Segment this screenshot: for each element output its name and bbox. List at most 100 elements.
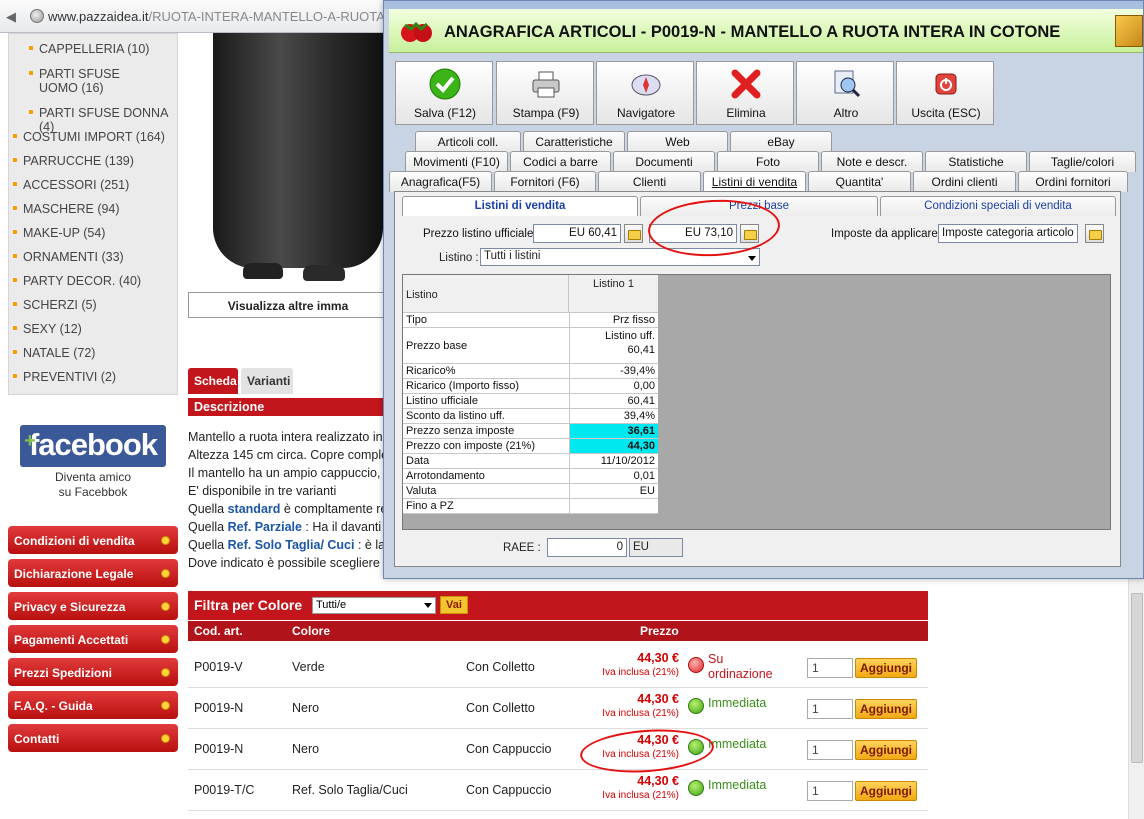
raee-field[interactable]: 0	[547, 538, 627, 557]
sidebar-link-button[interactable]: Contatti	[8, 724, 178, 752]
sidebar-category[interactable]: COSTUMI IMPORT (164)	[9, 130, 179, 144]
grid-row[interactable]: Prezzo base Listino uff. 60,41	[403, 328, 658, 364]
exit-button[interactable]: Uscita (ESC)	[896, 61, 994, 125]
price-list-field[interactable]: EU 60,41	[533, 224, 621, 243]
app-tab[interactable]: Ordini fornitori	[1018, 171, 1128, 192]
save-button[interactable]: Salva (F12)	[395, 61, 493, 125]
scrollbar-thumb[interactable]	[1131, 593, 1143, 763]
listino-select[interactable]: Tutti i listini	[480, 248, 760, 266]
subtab-prezzi-base[interactable]: Prezzi base	[640, 196, 878, 216]
sidebar-category[interactable]: CAPPELLERIA (10)	[9, 42, 179, 56]
print-button[interactable]: Stampa (F9)	[496, 61, 594, 125]
listini-grid[interactable]: Listino Listino 1 Tipo Prz fisso Prezzo ba…	[403, 275, 658, 514]
app-tab[interactable]: Web	[627, 131, 728, 152]
filter-go-button[interactable]: Vai	[440, 596, 468, 614]
dot-icon	[161, 701, 170, 710]
folder-icon[interactable]	[740, 224, 759, 243]
delete-button[interactable]: Elimina	[696, 61, 794, 125]
tab-scheda[interactable]: Scheda	[188, 368, 238, 394]
grid-row[interactable]: Arrotondamento 0,01	[403, 469, 658, 484]
sidebar-category[interactable]: SEXY (12)	[9, 322, 179, 336]
app-tab[interactable]: Anagrafica(F5)	[389, 171, 492, 192]
grid-value-2: 60,41	[627, 344, 655, 356]
more-button[interactable]: Altro	[796, 61, 894, 125]
sidebar-link-button[interactable]: Dichiarazione Legale	[8, 559, 178, 587]
sidebar-link-button[interactable]: Pagamenti Accettati	[8, 625, 178, 653]
app-tab[interactable]: eBay	[730, 131, 832, 152]
facebook-logo[interactable]: + facebook	[20, 425, 166, 467]
add-to-cart-button[interactable]: Aggiungi	[855, 658, 917, 678]
sidebar-category[interactable]: ACCESSORI (251)	[9, 178, 179, 192]
subtab-listini-vendita[interactable]: Listini di vendita	[402, 196, 638, 216]
grid-row[interactable]: Fino a PZ	[403, 499, 658, 514]
sidebar-link-button[interactable]: Condizioni di vendita	[8, 526, 178, 554]
grid-value: 11/10/2012	[600, 455, 655, 467]
app-tab[interactable]: Taglie/colori	[1029, 151, 1136, 172]
quantity-input[interactable]: 1	[807, 781, 853, 801]
sidebar-category[interactable]: MASCHERE (94)	[9, 202, 179, 216]
sidebar-category[interactable]: PARTY DECOR. (40)	[9, 274, 179, 288]
grid-row[interactable]: Prezzo senza imposte 36,61	[403, 424, 658, 439]
grid-row[interactable]: Tipo Prz fisso	[403, 313, 658, 328]
grid-row[interactable]: Prezzo con imposte (21%) 44,30	[403, 439, 658, 454]
add-to-cart-button[interactable]: Aggiungi	[855, 699, 917, 719]
variant-price: 44,30 €	[637, 733, 679, 747]
sidebar-category[interactable]: SCHERZI (5)	[9, 298, 179, 312]
app-titlebar[interactable]	[384, 1, 1143, 9]
quantity-input[interactable]: 1	[807, 658, 853, 678]
app-tab[interactable]: Articoli coll.	[415, 131, 521, 152]
app-tab[interactable]: Note e descr.	[821, 151, 923, 172]
bullet-icon	[13, 302, 17, 306]
navigator-button[interactable]: Navigatore	[596, 61, 694, 125]
app-tab[interactable]: Ordini clienti	[913, 171, 1016, 192]
check-icon	[429, 68, 461, 100]
product-image[interactable]	[188, 33, 388, 288]
color-filter-select[interactable]: Tutti/e	[312, 597, 436, 614]
quantity-input[interactable]: 1	[807, 699, 853, 719]
quantity-input[interactable]: 1	[807, 740, 853, 760]
app-tab[interactable]: Clienti	[598, 171, 701, 192]
folder-icon[interactable]	[624, 224, 643, 243]
app-tab[interactable]: Movimenti (F10)	[405, 151, 508, 172]
app-tab[interactable]: Listini di vendita	[703, 171, 806, 192]
sidebar-category[interactable]: PREVENTIVI (2)	[9, 370, 179, 384]
add-to-cart-button[interactable]: Aggiungi	[855, 781, 917, 801]
back-icon[interactable]: ◀	[6, 9, 16, 25]
sidebar-category[interactable]: MAKE-UP (54)	[9, 226, 179, 240]
sidebar-category[interactable]: PARRUCCHE (139)	[9, 154, 179, 168]
price-list-field-2[interactable]: EU 73,10	[649, 224, 737, 243]
grid-row[interactable]: Listino ufficiale 60,41	[403, 394, 658, 409]
grid-row[interactable]: Data 11/10/2012	[403, 454, 658, 469]
app-tab[interactable]: Foto	[717, 151, 819, 172]
sidebar-link-button[interactable]: Privacy e Sicurezza	[8, 592, 178, 620]
grid-row[interactable]: Ricarico% -39,4%	[403, 364, 658, 379]
grid-row[interactable]: Sconto da listino uff. 39,4%	[403, 409, 658, 424]
add-to-cart-button[interactable]: Aggiungi	[855, 740, 917, 760]
facebook-promo[interactable]: + facebook Diventa amico su Facebbok	[8, 425, 178, 505]
sidebar-link-button[interactable]: Prezzi Spedizioni	[8, 658, 178, 686]
tab-varianti[interactable]: Varianti	[241, 368, 293, 394]
url-text[interactable]: www.pazzaidea.it/RUOTA-INTERA-MANTELLO-A…	[48, 9, 417, 24]
app-tab[interactable]: Codici a barre	[510, 151, 611, 172]
sidebar-category[interactable]: NATALE (72)	[9, 346, 179, 360]
bullet-icon	[13, 206, 17, 210]
app-tab[interactable]: Documenti	[613, 151, 715, 172]
grid-row[interactable]: Valuta EU	[403, 484, 658, 499]
app-tab[interactable]: Fornitori (F6)	[494, 171, 596, 192]
app-tab[interactable]: Statistiche	[925, 151, 1027, 172]
sidebar-category[interactable]: PARTI SFUSE UOMO (16)	[9, 67, 159, 95]
taxes-field[interactable]: Imposte categoria articolo	[938, 224, 1078, 243]
app-tab[interactable]: Caratteristiche	[523, 131, 625, 152]
grid-value: 36,61	[627, 425, 655, 437]
app-tab[interactable]: Quantita'	[808, 171, 911, 192]
power-icon	[935, 73, 957, 95]
grid-key: Valuta	[406, 485, 437, 497]
delete-x-icon	[731, 69, 761, 99]
view-more-images-button[interactable]: Visualizza altre imma	[188, 292, 388, 318]
variant-color: Nero	[292, 742, 320, 756]
subtab-condizioni-speciali[interactable]: Condizioni speciali di vendita	[880, 196, 1116, 216]
sidebar-link-button[interactable]: F.A.Q. - Guida	[8, 691, 178, 719]
grid-row[interactable]: Ricarico (Importo fisso) 0,00	[403, 379, 658, 394]
folder-icon[interactable]	[1085, 224, 1104, 243]
sidebar-category[interactable]: ORNAMENTI (33)	[9, 250, 179, 264]
